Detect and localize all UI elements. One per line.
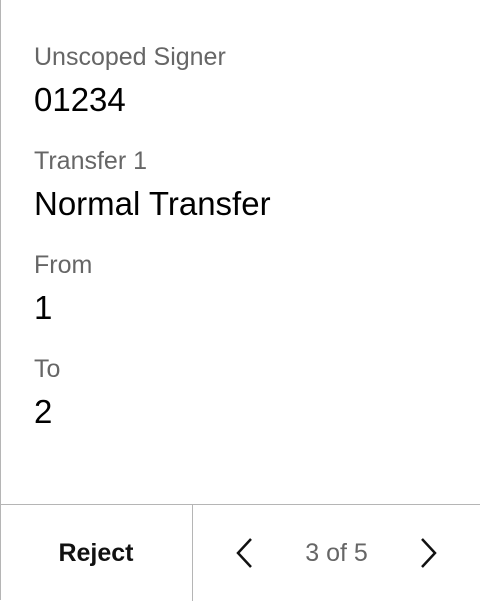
footer-bar: Reject 3 of 5 [0,504,480,601]
chevron-right-icon [420,538,437,568]
field-value: 01234 [34,81,126,118]
field-label: Unscoped Signer [34,43,226,71]
field-to: To 2 [34,354,60,432]
chevron-left-icon [236,538,253,568]
pager: 3 of 5 [193,505,480,601]
field-from: From 1 [34,250,92,328]
page-indicator: 3 of 5 [305,538,368,567]
field-label: Transfer 1 [34,147,148,175]
field-label: From [34,251,93,279]
next-button[interactable] [408,533,448,573]
field-unscoped-signer: Unscoped Signer 01234 [34,42,226,120]
previous-button[interactable] [225,533,265,573]
field-value: 1 [34,289,53,326]
field-value: Normal Transfer [34,185,271,222]
field-label: To [34,355,61,383]
field-value: 2 [34,393,53,430]
reject-button[interactable]: Reject [0,505,193,601]
field-transfer: Transfer 1 Normal Transfer [34,146,271,224]
